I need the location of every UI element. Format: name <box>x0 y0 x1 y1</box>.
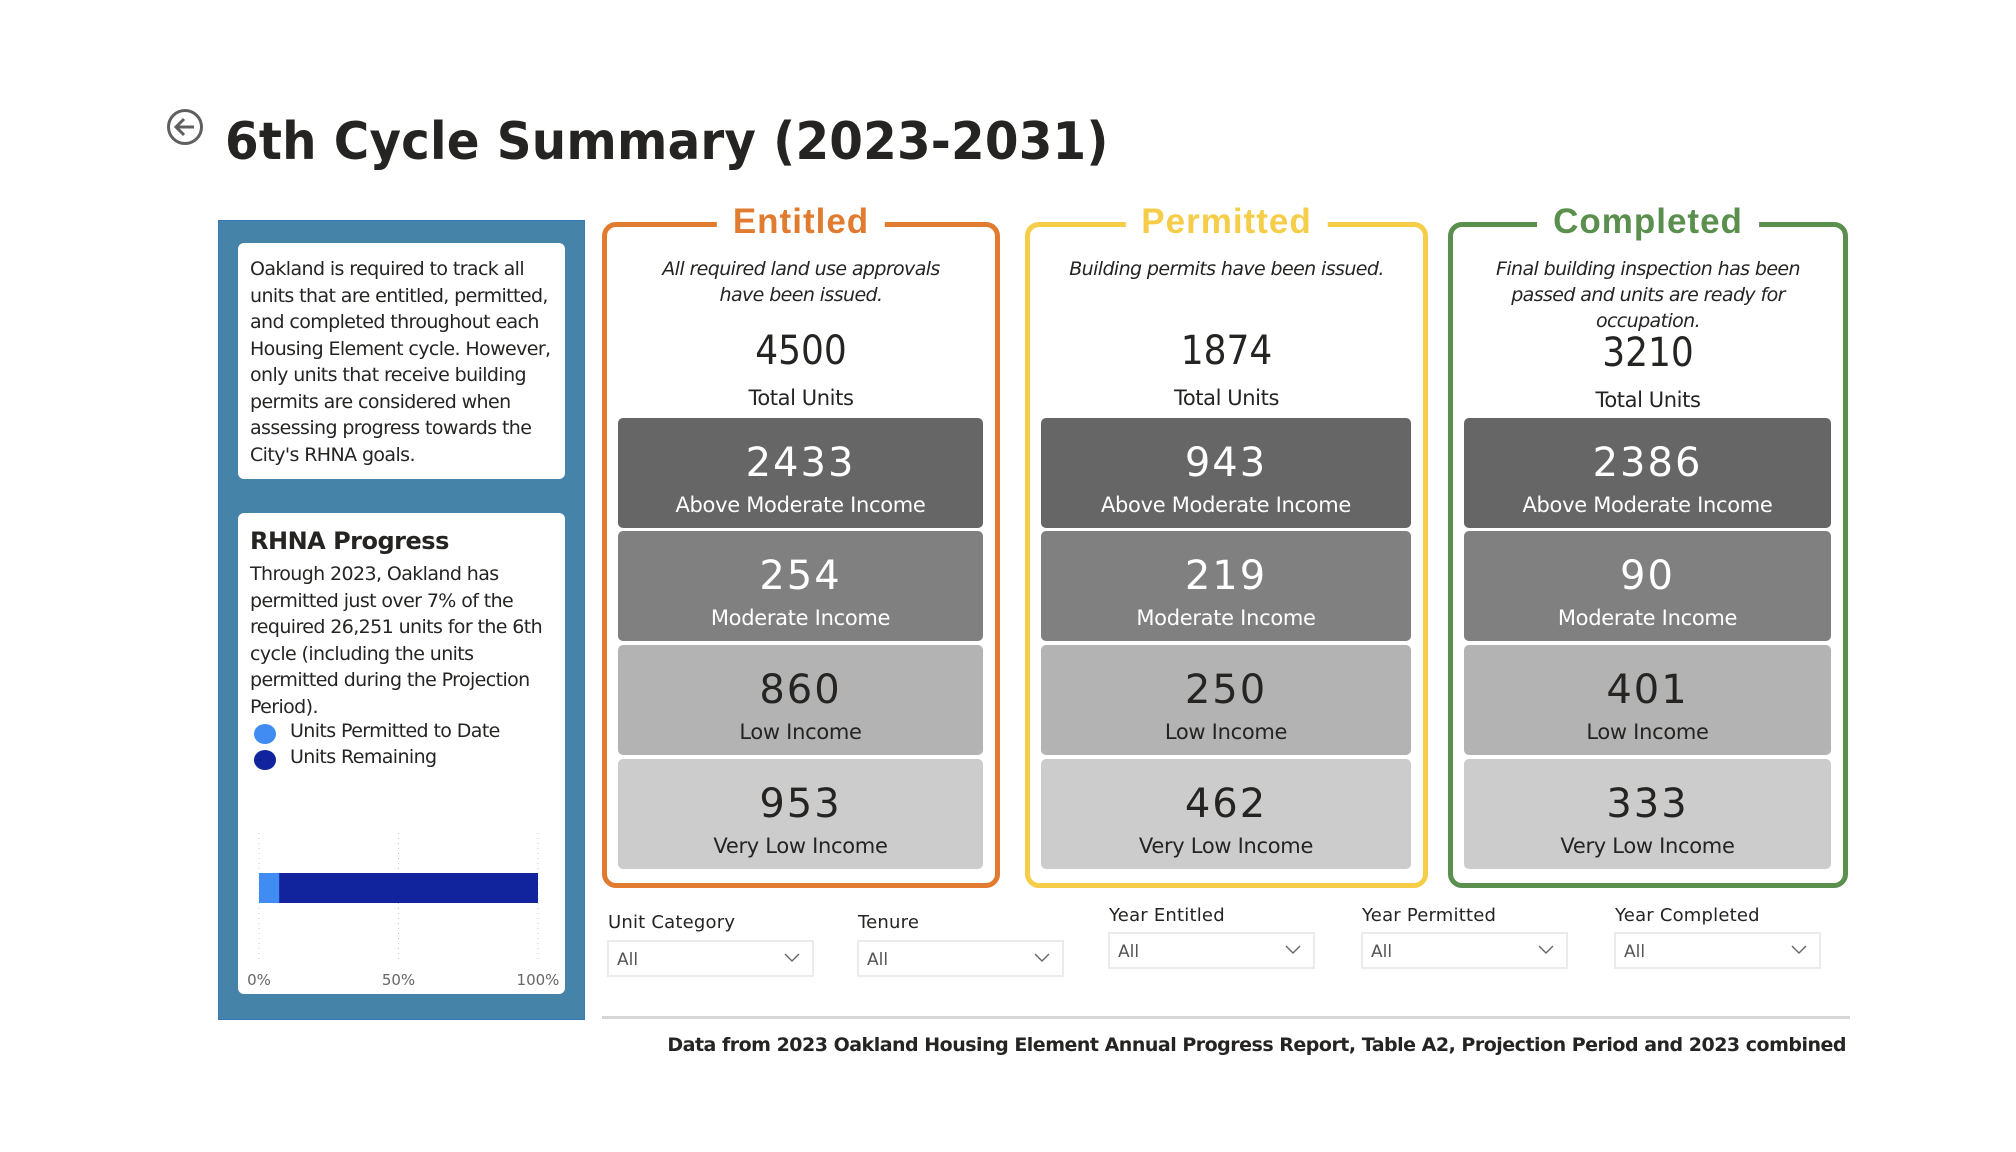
stage-title-entitled: Entitled <box>716 202 886 246</box>
dropdown-selected-value: All <box>867 950 889 970</box>
income-tile[interactable]: 401 Low Income <box>1464 645 1831 755</box>
legend-item-remaining[interactable]: Units Remaining <box>254 744 437 770</box>
dropdown-selected-value: All <box>1624 942 1646 962</box>
rhna-description: Through 2023, Oakland has permitted just… <box>250 563 543 718</box>
filter-label-year-entitled: Year Entitled <box>1109 905 1225 926</box>
income-tile-label: Very Low Income <box>1560 834 1735 858</box>
income-tile[interactable]: 943 Above Moderate Income <box>1041 418 1411 528</box>
filter-label-year-completed: Year Completed <box>1615 905 1760 926</box>
income-tile[interactable]: 953 Very Low Income <box>618 759 983 869</box>
income-tile-value: 254 <box>759 553 842 599</box>
income-tile[interactable]: 860 Low Income <box>618 645 983 755</box>
income-tile-label: Above Moderate Income <box>1100 493 1352 517</box>
intro-card: Oakland is required to track all units t… <box>238 243 565 479</box>
income-tile-value: 2386 <box>1592 440 1703 486</box>
filter-label-year-permitted: Year Permitted <box>1362 905 1497 926</box>
intro-text: Oakland is required to track all units t… <box>250 258 551 466</box>
income-tile[interactable]: 2433 Above Moderate Income <box>618 418 983 528</box>
stage-description: Final building inspection has been passe… <box>1496 258 1801 332</box>
income-tile-label: Above Moderate Income <box>675 493 926 517</box>
filter-dropdown-year-entitled[interactable]: All <box>1108 932 1315 969</box>
legend-label: Units Remaining <box>290 746 437 768</box>
dropdown-selected-value: All <box>617 950 639 970</box>
income-tile[interactable]: 250 Low Income <box>1041 645 1411 755</box>
legend-dot-remaining <box>254 750 276 770</box>
filter-label-tenure: Tenure <box>858 912 920 933</box>
income-tile[interactable]: 254 Moderate Income <box>618 531 983 641</box>
divider <box>602 1016 1850 1019</box>
chevron-down-icon <box>1285 945 1301 954</box>
income-tile-label: Low Income <box>1164 720 1288 744</box>
stage-description: Building permits have been issued. <box>1069 258 1384 280</box>
stage-total-label: Total Units <box>1173 386 1279 410</box>
chevron-down-icon <box>1791 945 1807 954</box>
income-tile-value: 860 <box>759 667 842 713</box>
stage-total-units: 1874 <box>1180 328 1273 374</box>
stage-total-label: Total Units <box>748 386 854 410</box>
income-tile-label: Low Income <box>1586 720 1709 744</box>
income-tile-value: 250 <box>1184 667 1268 713</box>
income-tile-value: 943 <box>1184 440 1268 486</box>
income-tile-label: Moderate Income <box>710 606 891 630</box>
legend-label: Units Permitted to Date <box>290 720 500 742</box>
dropdown-selected-value: All <box>1118 942 1140 962</box>
income-tile-value: 401 <box>1606 667 1689 713</box>
income-tile-label: Very Low Income <box>713 834 888 858</box>
stage-title-permitted: Permitted <box>1125 202 1328 246</box>
x-tick-label: 100% <box>517 971 560 989</box>
income-tile[interactable]: 219 Moderate Income <box>1041 531 1411 641</box>
stage-total-units: 3210 <box>1602 330 1694 376</box>
income-tile[interactable]: 462 Very Low Income <box>1041 759 1411 869</box>
filter-dropdown-year-completed[interactable]: All <box>1614 932 1821 969</box>
rhna-title: RHNA Progress <box>250 527 449 555</box>
income-tile-label: Moderate Income <box>1557 606 1738 630</box>
filter-dropdown-tenure[interactable]: All <box>857 940 1064 977</box>
income-tile-value: 2433 <box>745 440 856 486</box>
income-tile-value: 462 <box>1184 781 1268 827</box>
filter-dropdown-unit-category[interactable]: All <box>607 940 814 977</box>
income-tile-value: 90 <box>1620 553 1675 599</box>
income-tile[interactable]: 90 Moderate Income <box>1464 531 1831 641</box>
chevron-down-icon <box>1538 945 1554 954</box>
income-tile[interactable]: 2386 Above Moderate Income <box>1464 418 1831 528</box>
income-tile-label: Low Income <box>739 720 862 744</box>
income-tile[interactable]: 333 Very Low Income <box>1464 759 1831 869</box>
filter-label-unit-category: Unit Category <box>608 912 736 933</box>
income-tile-value: 953 <box>759 781 842 827</box>
income-tile-label: Above Moderate Income <box>1522 493 1773 517</box>
income-tile-value: 333 <box>1606 781 1689 827</box>
stage-total-label: Total Units <box>1595 388 1701 412</box>
bar-segment-units-permitted-to-date[interactable] <box>259 873 280 903</box>
bar-segment-units-remaining[interactable] <box>279 873 538 903</box>
stage-title-completed: Completed <box>1537 202 1759 246</box>
chevron-down-icon <box>784 953 800 962</box>
page-title: 6th Cycle Summary (2023-2031) <box>225 112 1109 172</box>
x-tick-label: 50% <box>382 971 415 989</box>
x-tick-label: 0% <box>247 971 271 989</box>
legend-item-permitted[interactable]: Units Permitted to Date <box>254 718 500 744</box>
source-note: Data from 2023 Oakland Housing Element A… <box>667 1034 1846 1056</box>
rhna-progress-chart: 0% 50% 100% <box>247 833 560 989</box>
income-tile-label: Moderate Income <box>1136 606 1316 630</box>
back-button[interactable] <box>166 108 204 146</box>
stage-description: All required land use approvals have bee… <box>662 258 940 306</box>
back-arrow-circle-icon <box>167 109 203 145</box>
rhna-progress-card: RHNA Progress Through 2023, Oakland has … <box>238 513 565 994</box>
income-tile-value: 219 <box>1184 553 1268 599</box>
chevron-down-icon <box>1034 953 1050 962</box>
income-tile-label: Very Low Income <box>1138 834 1314 858</box>
legend-dot-permitted <box>254 724 276 744</box>
filter-dropdown-year-permitted[interactable]: All <box>1361 932 1568 969</box>
dropdown-selected-value: All <box>1371 942 1393 962</box>
stage-total-units: 4500 <box>755 328 847 374</box>
